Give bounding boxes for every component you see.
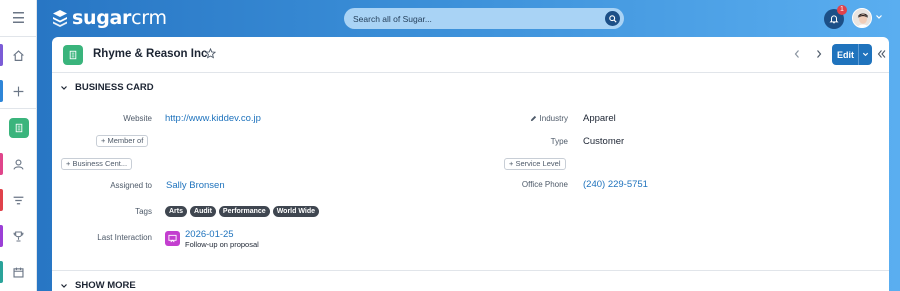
section-title: BUSINESS CARD	[75, 82, 154, 93]
office-phone-label: Office Phone	[521, 180, 568, 189]
sugarcrm-logo[interactable]: sugarcrm	[51, 6, 167, 30]
search-icon	[608, 14, 617, 23]
collapse-panel-icon[interactable]	[877, 49, 886, 59]
edit-button-group: Edit	[832, 44, 872, 65]
previous-record-icon[interactable]	[793, 49, 801, 59]
meeting-icon	[165, 231, 180, 246]
edit-actions-dropdown[interactable]	[859, 51, 872, 58]
business-center-label: Business Cent...	[72, 159, 128, 168]
tags-label: Tags	[135, 207, 152, 216]
nav-item-quick-create[interactable]	[0, 78, 37, 104]
section-divider	[52, 270, 889, 271]
type-value[interactable]: Customer	[583, 136, 624, 147]
website-link[interactable]: http://www.kiddev.co.jp	[165, 113, 261, 124]
person-icon	[13, 158, 24, 170]
rail-divider	[0, 108, 37, 109]
left-nav-rail: ☰	[0, 0, 37, 291]
industry-label: Industry	[482, 114, 568, 123]
office-phone-link[interactable]: (240) 229-5751	[583, 179, 648, 190]
service-level-label: Service Level	[515, 159, 561, 168]
type-label: Type	[550, 137, 568, 146]
tag-pill[interactable]: World Wide	[272, 206, 320, 217]
sugar-cube-icon	[53, 10, 67, 27]
website-label: Website	[123, 114, 152, 123]
menu-toggle-button[interactable]: ☰	[0, 0, 37, 37]
last-interaction-date[interactable]: 2026-01-25	[185, 229, 234, 240]
member-of-label: Member of	[107, 136, 144, 145]
edit-button[interactable]: Edit	[832, 50, 858, 60]
nav-item-home[interactable]	[0, 42, 37, 68]
tag-list: Arts Audit Performance World Wide	[165, 206, 320, 217]
next-record-icon[interactable]	[815, 49, 823, 59]
calendar-icon	[13, 267, 24, 278]
global-search-input[interactable]: Search all of Sugar...	[344, 8, 624, 29]
logo-text: sugarcrm	[72, 7, 167, 29]
search-button[interactable]	[605, 11, 620, 26]
accounts-module-icon	[63, 45, 83, 65]
home-icon	[13, 49, 24, 61]
chevron-down-icon	[61, 283, 67, 288]
add-member-of-button[interactable]: + Member of	[96, 135, 149, 147]
filter-icon	[13, 196, 24, 204]
user-portrait-icon	[853, 9, 871, 27]
tag-pill[interactable]: Performance	[218, 206, 270, 217]
user-avatar[interactable]	[852, 8, 872, 28]
industry-value[interactable]: Apparel	[583, 113, 616, 124]
favorite-star-icon[interactable]	[205, 48, 216, 59]
nav-item-opportunities[interactable]	[0, 223, 37, 249]
show-more-label: SHOW MORE	[75, 280, 136, 291]
accounts-icon	[15, 123, 22, 133]
assigned-user-link[interactable]: Sally Bronsen	[166, 180, 225, 191]
nav-item-accounts[interactable]	[0, 115, 37, 141]
building-icon	[69, 50, 77, 60]
search-placeholder: Search all of Sugar...	[353, 13, 432, 24]
record-header: Rhyme & Reason Inc Edit	[52, 37, 889, 73]
bell-icon	[829, 15, 839, 24]
show-more-toggle[interactable]: SHOW MORE	[60, 280, 136, 291]
tag-pill[interactable]: Arts	[165, 206, 188, 217]
record-title: Rhyme & Reason Inc	[93, 48, 208, 60]
nav-item-contacts[interactable]	[0, 151, 37, 177]
app-header: sugarcrm Search all of Sugar... 1 Rhyme …	[37, 0, 900, 291]
notifications-button[interactable]: 1	[824, 5, 847, 29]
pencil-icon[interactable]	[530, 115, 537, 122]
last-interaction-description: Follow-up on proposal	[185, 240, 259, 249]
record-pagination	[793, 49, 823, 59]
nav-item-calendar[interactable]	[0, 259, 37, 285]
plus-icon	[13, 86, 24, 96]
chevron-down-icon	[61, 85, 67, 90]
nav-item-leads[interactable]	[0, 187, 37, 213]
chevron-down-icon	[862, 52, 869, 57]
business-card-section-toggle[interactable]: BUSINESS CARD	[60, 82, 154, 93]
record-view-card: Rhyme & Reason Inc Edit BUSINESS CARD We…	[52, 37, 889, 291]
chevron-down-icon[interactable]	[875, 13, 883, 21]
notification-count-badge: 1	[837, 5, 847, 15]
industry-label-text: Industry	[539, 114, 568, 123]
trophy-icon	[13, 231, 24, 241]
assigned-to-label: Assigned to	[110, 181, 152, 190]
add-service-level-button[interactable]: + Service Level	[504, 158, 566, 170]
tag-pill[interactable]: Audit	[190, 206, 216, 217]
add-business-center-button[interactable]: + Business Cent...	[61, 158, 133, 170]
hamburger-icon: ☰	[11, 10, 26, 27]
last-interaction-label: Last Interaction	[97, 233, 152, 242]
